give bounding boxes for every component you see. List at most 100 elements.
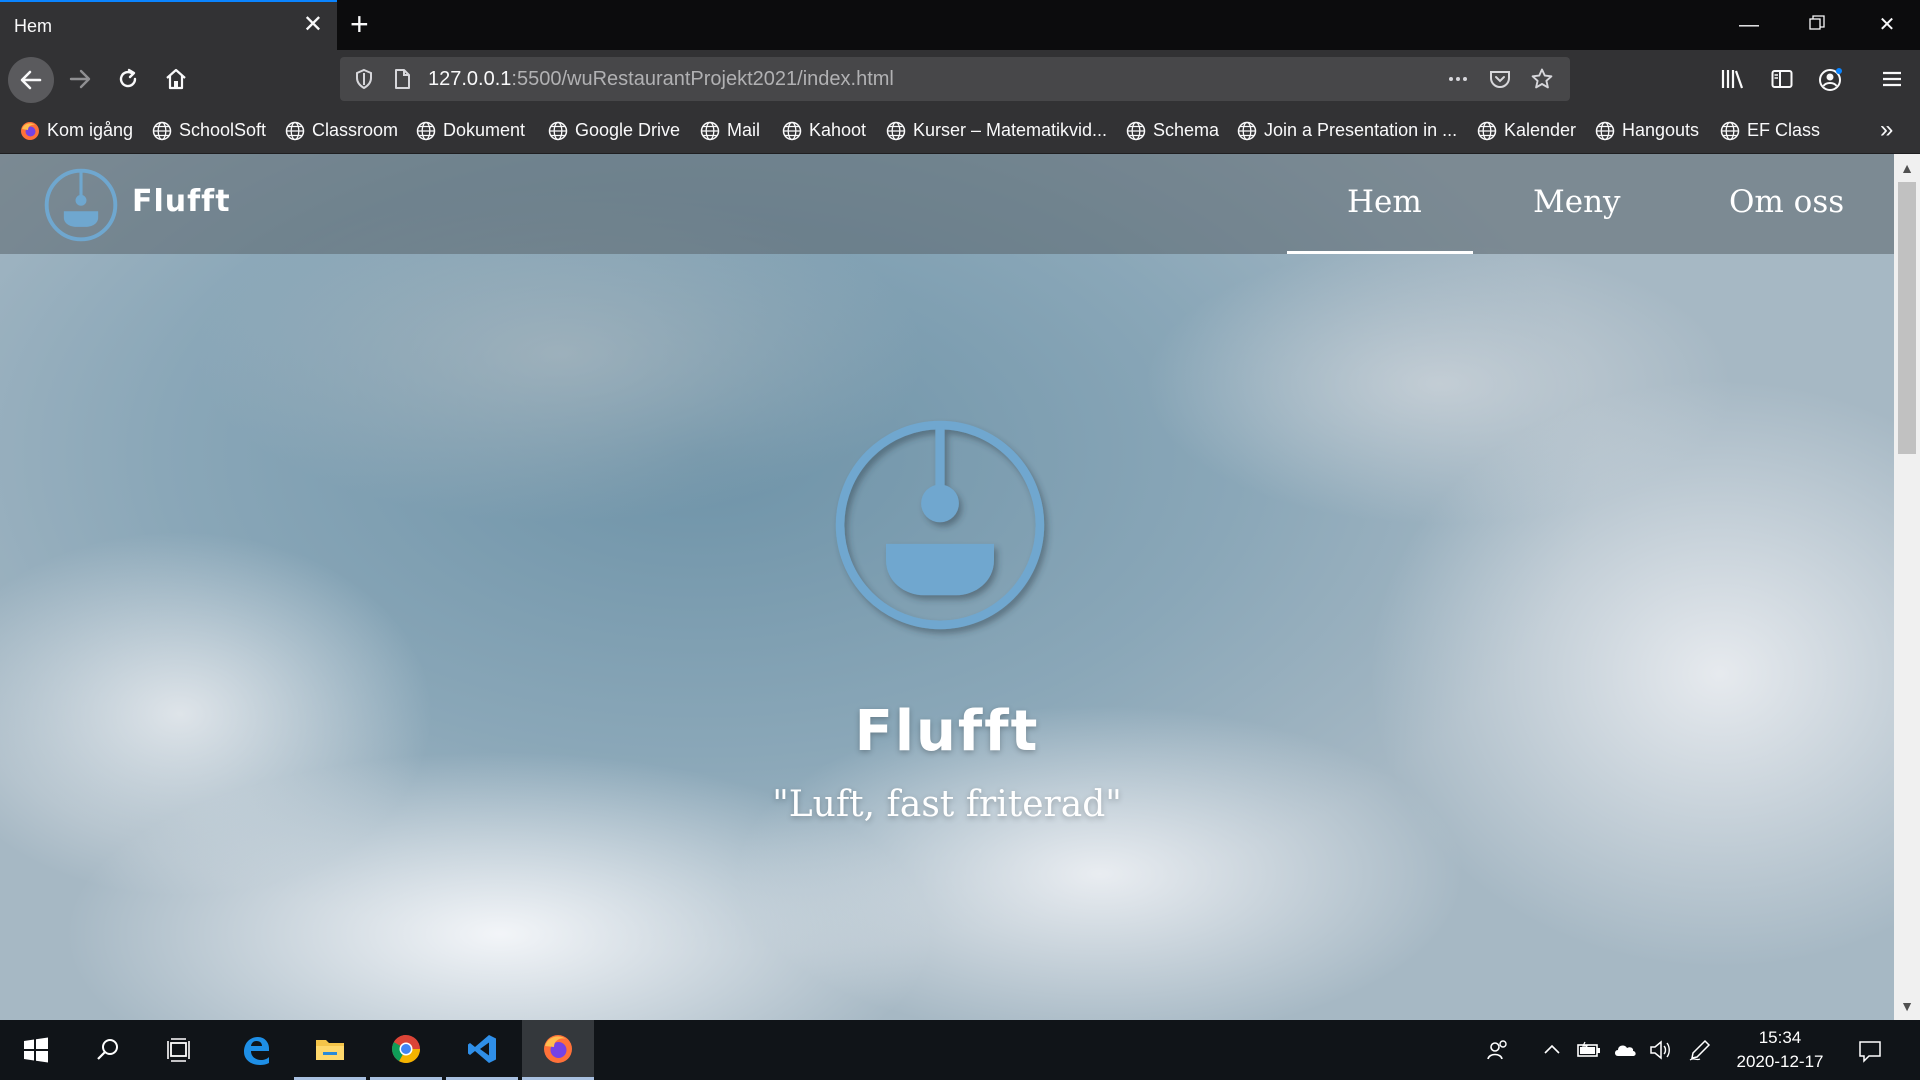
bookmark-label: Hangouts xyxy=(1622,120,1700,140)
pocket-icon[interactable] xyxy=(1488,67,1512,91)
task-view-icon xyxy=(167,1038,190,1062)
browser-tab[interactable]: Hem ✕ xyxy=(0,0,337,50)
reload-button[interactable] xyxy=(108,59,148,99)
site-header: Flufft Hem Meny Om oss xyxy=(0,154,1894,254)
scrollbar-thumb[interactable] xyxy=(1898,182,1916,454)
web-page: Flufft Hem Meny Om oss Flufft "Luft, fas… xyxy=(0,154,1894,1020)
bookmark-item[interactable]: Hangouts xyxy=(1595,120,1699,141)
edge-icon xyxy=(244,1037,269,1065)
nav-link-meny[interactable]: Meny xyxy=(1533,184,1621,220)
search-button[interactable] xyxy=(72,1020,144,1080)
onedrive-cloud-icon[interactable] xyxy=(1612,1038,1636,1062)
forward-button[interactable] xyxy=(60,59,100,99)
bookmark-label: Mail xyxy=(727,120,761,140)
firefox-icon xyxy=(544,1034,572,1063)
bookmark-item[interactable]: Classroom xyxy=(285,120,398,141)
pen-ink-icon[interactable] xyxy=(1688,1038,1712,1062)
vscode-icon xyxy=(468,1034,496,1063)
new-tab-button[interactable]: + xyxy=(350,8,369,40)
show-hidden-icons-chevron-icon[interactable] xyxy=(1540,1038,1564,1062)
bookmark-label: Kalender xyxy=(1504,120,1577,140)
bookmark-item[interactable]: Kahoot xyxy=(782,120,866,141)
url-host: 127.0.0.1 xyxy=(428,68,512,90)
scroll-up-icon[interactable]: ▲ xyxy=(1894,156,1920,180)
reload-icon xyxy=(119,68,137,88)
globe-icon xyxy=(782,121,802,140)
search-icon xyxy=(97,1039,118,1060)
bookmarks-toolbar: Kom igång SchoolSoft Classroom Dokument … xyxy=(0,108,1920,154)
bookmark-label: Kahoot xyxy=(809,120,867,140)
bookmark-item[interactable]: Kalender xyxy=(1477,120,1576,141)
globe-icon xyxy=(548,121,568,140)
url-path: :5500/wuRestaurantProjekt2021/index.html xyxy=(511,68,894,90)
scroll-down-icon[interactable]: ▼ xyxy=(1894,994,1920,1018)
volume-icon[interactable] xyxy=(1648,1038,1672,1062)
bookmark-item[interactable]: Dokument xyxy=(416,120,525,141)
task-view-button[interactable] xyxy=(144,1020,216,1080)
home-button[interactable] xyxy=(156,59,196,99)
firefox-taskbar-button[interactable] xyxy=(522,1020,594,1080)
system-clock[interactable]: 15:34 2020-12-17 xyxy=(1720,1026,1840,1074)
people-icon[interactable] xyxy=(1486,1038,1510,1062)
bookmark-item[interactable]: SchoolSoft xyxy=(152,120,266,141)
globe-icon xyxy=(700,121,720,140)
back-arrow-icon xyxy=(20,70,42,90)
bookmark-item[interactable]: EF Class xyxy=(1720,120,1820,141)
site-logo-text[interactable]: Flufft xyxy=(132,184,231,219)
chrome-button[interactable] xyxy=(370,1020,442,1080)
hero-title: Flufft xyxy=(854,699,1040,764)
globe-icon xyxy=(1720,121,1740,140)
clock-date: 2020-12-17 xyxy=(1736,1052,1824,1071)
menu-icon[interactable] xyxy=(1880,67,1904,91)
nav-link-hem[interactable]: Hem xyxy=(1347,184,1422,220)
bookmark-item[interactable]: Kurser – Matematikvid... xyxy=(886,120,1107,141)
bookmark-star-icon[interactable] xyxy=(1530,67,1554,91)
firefox-icon xyxy=(21,121,39,140)
globe-icon xyxy=(152,121,172,140)
edge-button[interactable] xyxy=(220,1020,292,1080)
flufft-logo-icon[interactable] xyxy=(42,166,120,244)
bookmark-label: Kurser – Matematikvid... xyxy=(913,120,1108,140)
globe-icon xyxy=(886,121,906,140)
globe-icon xyxy=(1126,121,1146,140)
start-button[interactable] xyxy=(0,1020,72,1080)
battery-icon[interactable] xyxy=(1576,1038,1600,1062)
bookmark-item[interactable]: Schema xyxy=(1126,120,1219,141)
bookmark-label: EF Class xyxy=(1747,120,1821,140)
action-center-icon[interactable] xyxy=(1857,1038,1881,1063)
account-icon[interactable] xyxy=(1818,67,1842,91)
active-nav-indicator xyxy=(1287,251,1473,254)
nav-link-om-oss[interactable]: Om oss xyxy=(1729,184,1844,220)
vscode-button[interactable] xyxy=(446,1020,518,1080)
close-tab-icon[interactable]: ✕ xyxy=(303,13,323,37)
file-explorer-icon xyxy=(316,1039,344,1060)
windows-taskbar: 15:34 2020-12-17 xyxy=(0,1020,1920,1080)
bookmark-item[interactable]: Mail xyxy=(700,120,760,141)
hero-tagline: "Luft, fast friterad" xyxy=(772,784,1122,825)
navigation-toolbar: 127.0.0.1:5500/wuRestaurantProjekt2021/i… xyxy=(0,50,1920,108)
globe-icon xyxy=(1237,121,1257,140)
page-info-icon[interactable] xyxy=(390,67,414,91)
sidebar-icon[interactable] xyxy=(1770,67,1794,91)
bookmark-label: Dokument xyxy=(443,120,526,140)
page-actions-icon[interactable] xyxy=(1446,67,1470,91)
home-icon xyxy=(166,68,186,90)
bookmark-item[interactable]: Join a Presentation in ... xyxy=(1237,120,1457,141)
minimize-icon[interactable]: — xyxy=(1734,10,1764,40)
bookmark-label: Classroom xyxy=(312,120,399,140)
shield-icon[interactable] xyxy=(352,67,376,91)
address-bar[interactable]: 127.0.0.1:5500/wuRestaurantProjekt2021/i… xyxy=(340,57,1570,101)
back-button[interactable] xyxy=(8,57,54,103)
bookmark-item[interactable]: Kom igång xyxy=(20,120,133,141)
file-explorer-button[interactable] xyxy=(294,1020,366,1080)
more-bookmarks-chevron-icon[interactable]: » xyxy=(1880,116,1893,144)
url-text[interactable]: 127.0.0.1:5500/wuRestaurantProjekt2021/i… xyxy=(428,68,894,91)
restore-icon[interactable] xyxy=(1802,10,1832,40)
page-scrollbar[interactable]: ▲ ▼ xyxy=(1894,154,1920,1020)
tab-bar: Hem ✕ + — ✕ xyxy=(0,0,1920,50)
library-icon[interactable] xyxy=(1720,67,1744,91)
close-window-icon[interactable]: ✕ xyxy=(1872,10,1902,40)
bookmark-item[interactable]: Google Drive xyxy=(548,120,680,141)
clock-time: 15:34 xyxy=(1758,1028,1802,1047)
tab-title: Hem xyxy=(14,16,53,36)
